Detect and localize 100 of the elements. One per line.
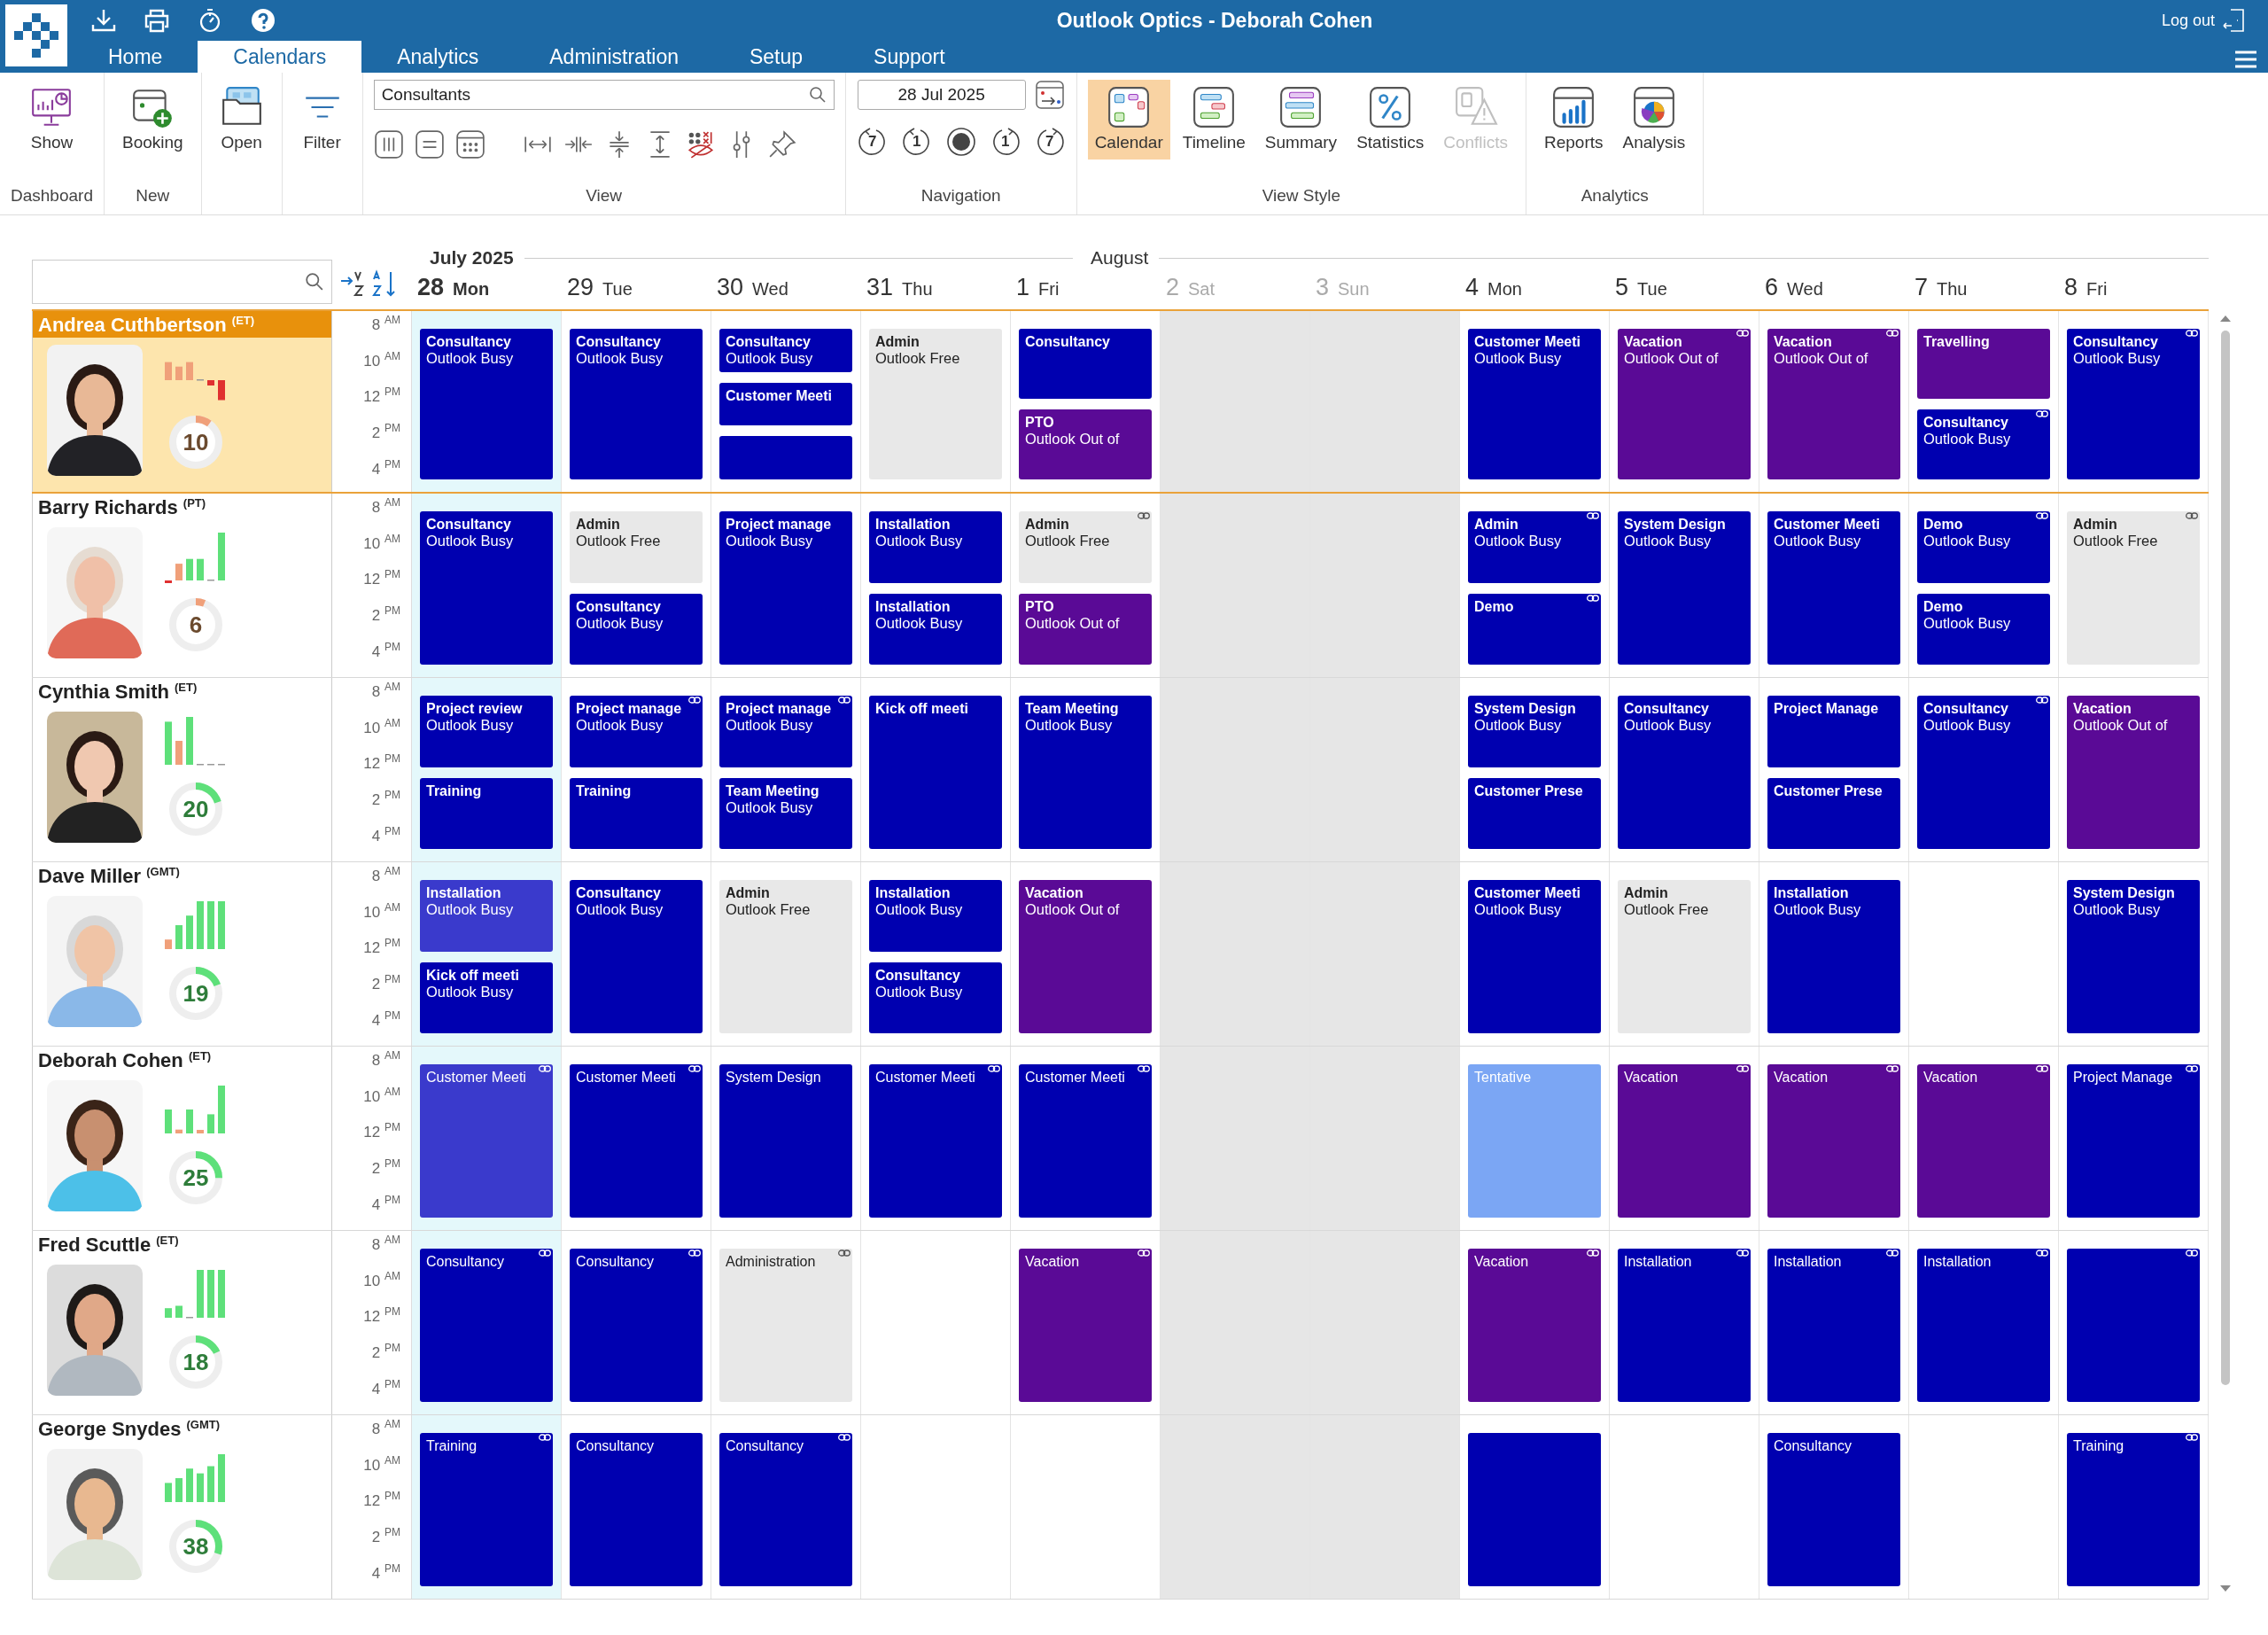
calendar-event[interactable]: Installation Outlook Busy <box>869 880 1002 952</box>
day-header[interactable]: 7 Thu <box>1909 274 2059 309</box>
calendar-event[interactable]: Kick off meeti <box>869 696 1002 849</box>
calendar-event[interactable]: Installation <box>1917 1249 2050 1402</box>
calendar-event[interactable]: Project manage Outlook Busy <box>570 696 703 767</box>
calendar-event[interactable]: Vacation <box>1019 1249 1152 1402</box>
calendar-event[interactable]: Consultancy Outlook Busy <box>570 880 703 1033</box>
ribbon-button[interactable]: Show <box>22 80 82 160</box>
calendar-event[interactable]: Customer Meeti <box>869 1064 1002 1218</box>
calendar-event[interactable]: Consultancy <box>570 1433 703 1586</box>
calendar-event[interactable]: PTO Outlook Out of <box>1019 593 1152 665</box>
menu-icon[interactable] <box>2234 50 2257 69</box>
calendar-event[interactable]: Customer Meeti <box>420 1064 553 1218</box>
calendar-event[interactable]: Training <box>420 1433 553 1586</box>
calendar-event[interactable]: Consultancy Outlook Busy <box>1917 696 2050 849</box>
calendar-event[interactable]: Training <box>2067 1433 2200 1586</box>
calendar-event[interactable]: Demo Outlook Busy <box>1917 511 2050 583</box>
calendar-event[interactable]: System Design <box>719 1064 852 1218</box>
calendar-event[interactable]: Administration <box>719 1249 852 1402</box>
date-field[interactable]: 28 Jul 2025 <box>857 80 1026 110</box>
calendar-event[interactable]: Consultancy <box>420 1249 553 1402</box>
ribbon-button[interactable]: Calendar <box>1087 80 1170 160</box>
calendar-event[interactable]: Consultancy Outlook Busy <box>420 511 553 665</box>
day-header[interactable]: 28 Mon <box>412 274 562 309</box>
ribbon-button[interactable]: Statistics <box>1349 80 1432 160</box>
go-back-button[interactable]: 1 <box>900 126 933 158</box>
person-card[interactable]: Fred Scuttle $^{(ET)}$ 18 <box>32 1231 332 1414</box>
calendar-event[interactable]: Consultancy Outlook Busy <box>570 593 703 665</box>
go-back-button[interactable]: 7 <box>856 126 889 158</box>
calendar-event[interactable]: Vacation Outlook Out of <box>1019 880 1152 1033</box>
menu-tab[interactable]: Home <box>73 41 198 73</box>
calendar-event[interactable]: Installation Outlook Busy <box>420 880 553 952</box>
calendar-event[interactable]: Admin Outlook Free <box>570 511 703 583</box>
go-to-date-icon[interactable] <box>1034 80 1065 110</box>
calendar-event[interactable]: Customer Meeti <box>719 382 852 426</box>
today-button[interactable] <box>944 126 977 158</box>
search-field[interactable]: Consultants <box>373 80 835 110</box>
calendar-event[interactable]: Vacation Outlook Out of <box>1618 329 1751 479</box>
person-card[interactable]: Andrea Cuthbertson $^{(ET)}$ 10 <box>32 311 332 492</box>
day-header[interactable]: 29 Tue <box>562 274 711 309</box>
calendar-event[interactable]: Travelling <box>1917 329 2050 399</box>
calendar-event[interactable]: Customer Meeti Outlook Busy <box>1767 511 1900 665</box>
ribbon-button[interactable]: Open <box>212 80 271 160</box>
day-header[interactable]: 5 Tue <box>1610 274 1759 309</box>
calendar-event[interactable]: System Design Outlook Busy <box>2067 880 2200 1033</box>
ribbon-button[interactable]: Booking <box>114 80 190 160</box>
calendar-event[interactable]: Consultancy Outlook Busy <box>719 329 852 372</box>
calendar-event[interactable]: Vacation <box>1767 1064 1900 1218</box>
calendar-event[interactable]: Consultancy Outlook Busy <box>570 329 703 479</box>
calendar-event[interactable]: System Design Outlook Busy <box>1618 511 1751 665</box>
calendar-event[interactable]: Admin Outlook Free <box>1019 511 1152 583</box>
calendar-event[interactable]: Customer Meeti Outlook Busy <box>1468 880 1601 1033</box>
ribbon-button[interactable]: Analysis <box>1615 80 1693 160</box>
download-icon[interactable] <box>90 7 117 34</box>
menu-tab[interactable]: Calendars <box>198 41 362 73</box>
menu-tab[interactable]: Administration <box>514 41 714 73</box>
calendar-event[interactable]: Consultancy Outlook Busy <box>2067 329 2200 479</box>
calendar-event[interactable]: Training <box>420 777 553 849</box>
menu-tab[interactable]: Support <box>838 41 981 73</box>
day-header[interactable]: 4 Mon <box>1460 274 1610 309</box>
calendar-event[interactable]: Customer Prese <box>1767 777 1900 849</box>
calendar-event[interactable]: Customer Meeti <box>570 1064 703 1218</box>
calendar-event[interactable]: Customer Prese <box>1468 777 1601 849</box>
calendar-event[interactable]: Consultancy <box>1767 1433 1900 1586</box>
calendar-event[interactable]: Consultancy <box>570 1249 703 1402</box>
calendar-event[interactable]: Demo Outlook Busy <box>1917 593 2050 665</box>
ribbon-button[interactable]: Reports <box>1537 80 1611 160</box>
go-forward-button[interactable]: 1 <box>989 126 1021 158</box>
go-forward-button[interactable]: 7 <box>1033 126 1066 158</box>
calendar-event[interactable]: Project review Outlook Busy <box>420 696 553 767</box>
day-header[interactable]: 6 Wed <box>1759 274 1909 309</box>
menu-tab[interactable]: Analytics <box>361 41 515 73</box>
calendar-event[interactable]: Consultancy <box>1019 329 1152 399</box>
calendar-event[interactable]: Consultancy Outlook Busy <box>1917 409 2050 479</box>
view-tool-button[interactable] <box>414 129 445 160</box>
people-search-field[interactable] <box>32 260 332 304</box>
person-card[interactable]: Cynthia Smith $^{(ET)}$ 20 <box>32 678 332 861</box>
calendar-event[interactable]: Kick off meeti Outlook Busy <box>420 962 553 1033</box>
calendar-event[interactable]: Installation Outlook Busy <box>869 511 1002 583</box>
view-tool-button[interactable] <box>454 129 485 160</box>
help-icon[interactable] <box>250 7 276 34</box>
calendar-event[interactable]: Training <box>570 777 703 849</box>
calendar-event[interactable]: Installation Outlook Busy <box>869 593 1002 665</box>
calendar-event[interactable]: Installation <box>1618 1249 1751 1402</box>
ribbon-button[interactable]: Timeline <box>1175 80 1253 160</box>
person-card[interactable]: Deborah Cohen $^{(ET)}$ 25 <box>32 1047 332 1230</box>
calendar-event[interactable]: Consultancy <box>719 1433 852 1586</box>
calendar-event[interactable]: Admin Outlook Free <box>719 880 852 1033</box>
view-tool-button[interactable] <box>373 129 404 160</box>
ribbon-button[interactable]: Filter <box>292 80 352 160</box>
day-header[interactable]: 8 Fri <box>2059 274 2209 309</box>
calendar-event[interactable]: Vacation Outlook Out of <box>2067 696 2200 849</box>
calendar-event[interactable]: Team Meeting Outlook Busy <box>1019 696 1152 849</box>
calendar-event[interactable]: System Design Outlook Busy <box>1468 696 1601 767</box>
calendar-event[interactable]: Team Meeting Outlook Busy <box>719 777 852 849</box>
person-card[interactable]: George Snydes $^{(GMT)}$ 38 <box>32 1415 332 1599</box>
calendar-event[interactable]: Vacation <box>1917 1064 2050 1218</box>
calendar-event[interactable]: Consultancy Outlook Busy <box>869 962 1002 1033</box>
calendar-event[interactable]: Project manage Outlook Busy <box>719 511 852 665</box>
calendar-event[interactable]: Vacation <box>1618 1064 1751 1218</box>
